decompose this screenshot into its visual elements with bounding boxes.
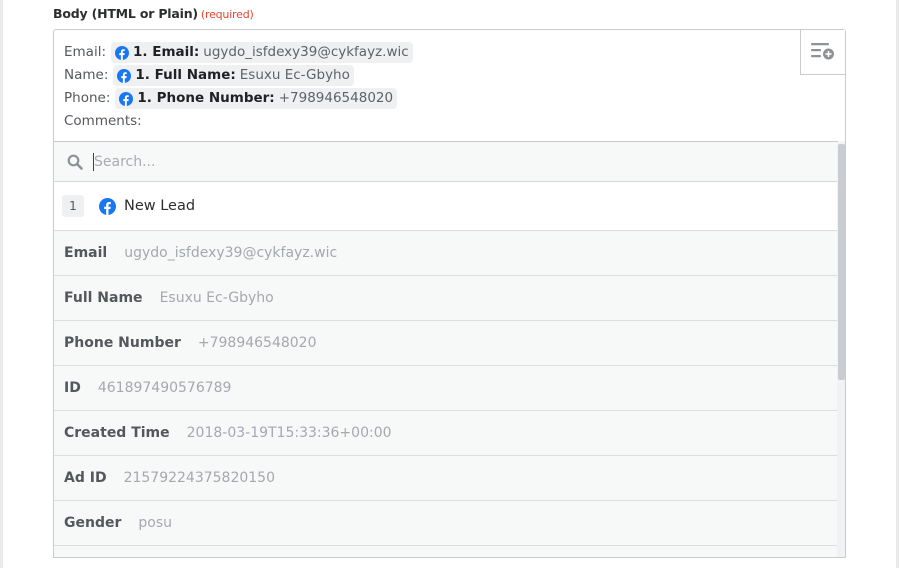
field-token-email[interactable]: 1. Email: ugydo_isfdexy39@cykfayz.wic	[111, 42, 413, 63]
dropdown-scrollbar[interactable]	[837, 142, 845, 557]
editor-line-comments: Comments:	[64, 110, 413, 133]
option-value: ugydo_isfdexy39@cykfayz.wic	[124, 245, 338, 261]
option-key: Email	[64, 245, 108, 261]
option-key: Full Name	[64, 290, 143, 306]
left-panel-edge	[0, 0, 3, 568]
editor-line-email: Email: 1. Email: ugydo_isfdexy39@cykfayz…	[64, 41, 413, 64]
body-field-label-text: Body (HTML or Plain)	[53, 6, 198, 21]
option-key: ID	[64, 380, 81, 396]
body-editor[interactable]: Email: 1. Email: ugydo_isfdexy39@cykfayz…	[53, 29, 846, 142]
field-token-full-name[interactable]: 1. Full Name: Esuxu Ec-Gbyho	[113, 65, 354, 86]
required-indicator: (required)	[200, 8, 254, 21]
editor-line-phone: Phone: 1. Phone Number: +798946548020	[64, 87, 413, 110]
step-header[interactable]: 1 New Lead	[54, 182, 838, 231]
token-value: ugydo_isfdexy39@cykfayz.wic	[203, 44, 409, 60]
field-option-full-name[interactable]: Full Name Esuxu Ec-Gbyho	[54, 276, 838, 321]
field-option-gender[interactable]: Gender posu	[54, 501, 838, 546]
token-value: +798946548020	[278, 90, 394, 106]
option-key: Created Time	[64, 425, 170, 441]
option-value: 461897490576789	[97, 380, 232, 396]
field-picker-dropdown: 1 New Lead Email ugydo_isfdexy39@cykfayz…	[53, 141, 846, 558]
facebook-icon	[117, 68, 132, 83]
option-value: Esuxu Ec-Gbyho	[159, 290, 274, 306]
field-option-ad-id[interactable]: Ad ID 21579224375820150	[54, 456, 838, 501]
facebook-icon	[119, 91, 134, 106]
line-prefix: Phone:	[64, 90, 111, 106]
option-value: 21579224375820150	[123, 470, 275, 486]
field-option-email[interactable]: Email ugydo_isfdexy39@cykfayz.wic	[54, 231, 838, 276]
step-name: New Lead	[124, 198, 196, 214]
line-prefix: Comments:	[64, 113, 142, 129]
insert-field-icon	[811, 43, 834, 60]
field-option-id[interactable]: ID 461897490576789	[54, 366, 838, 411]
option-key: Ad ID	[64, 470, 107, 486]
token-key: 1. Email:	[133, 44, 200, 60]
option-key: Gender	[64, 515, 122, 531]
editor-line-name: Name: 1. Full Name: Esuxu Ec-Gbyho	[64, 64, 413, 87]
body-field-label: Body (HTML or Plain) (required)	[53, 6, 254, 21]
token-key: 1. Full Name:	[135, 67, 236, 83]
facebook-icon	[115, 45, 130, 60]
field-option-phone-number[interactable]: Phone Number +798946548020	[54, 321, 838, 366]
field-option-created-time[interactable]: Created Time 2018-03-19T15:33:36+00:00	[54, 411, 838, 456]
field-token-phone-number[interactable]: 1. Phone Number: +798946548020	[115, 88, 398, 109]
token-value: Esuxu Ec-Gbyho	[239, 67, 350, 83]
scrollbar-thumb[interactable]	[838, 144, 845, 380]
option-key: Phone Number	[64, 335, 181, 351]
option-value: posu	[138, 515, 172, 531]
insert-field-button[interactable]	[800, 30, 845, 75]
line-prefix: Email:	[64, 44, 107, 60]
step-number-badge: 1	[62, 195, 84, 217]
token-key: 1. Phone Number:	[137, 90, 275, 106]
option-value: 2018-03-19T15:33:36+00:00	[186, 425, 392, 441]
search-bar	[54, 141, 838, 182]
line-prefix: Name:	[64, 67, 109, 83]
search-icon	[67, 154, 83, 170]
editor-content[interactable]: Email: 1. Email: ugydo_isfdexy39@cykfayz…	[64, 41, 413, 133]
option-value: +798946548020	[197, 335, 317, 351]
facebook-icon	[99, 197, 116, 215]
search-input[interactable]	[94, 153, 694, 170]
